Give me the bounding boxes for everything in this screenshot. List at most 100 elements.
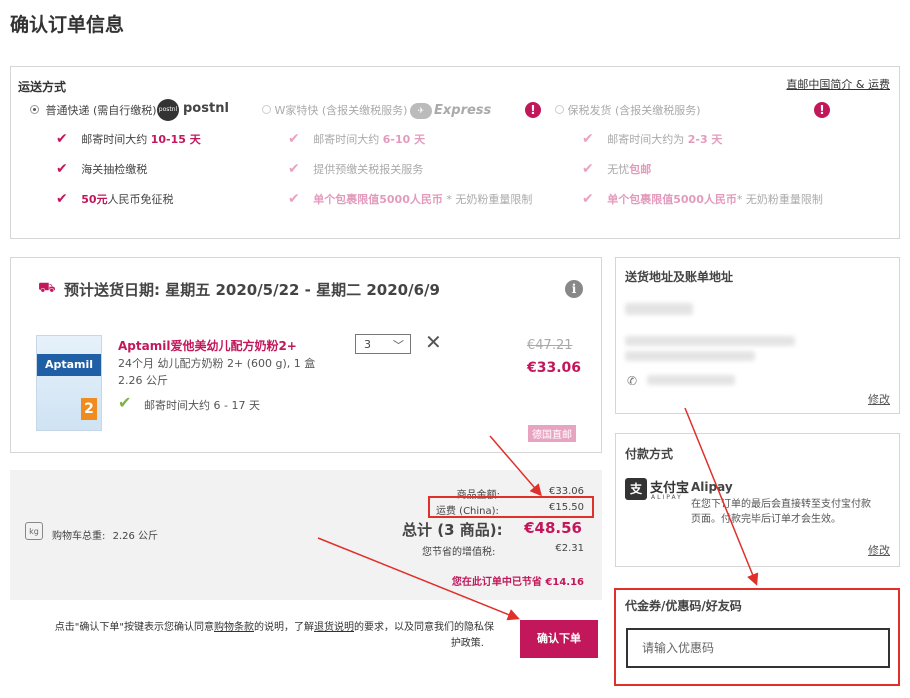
edit-address-link[interactable]: 修改	[868, 391, 890, 407]
page-title: 确认订单信息	[10, 14, 125, 36]
check-icon: ✔	[582, 161, 594, 177]
truck-icon: ⛟	[38, 280, 56, 296]
product-weight: 2.26 公斤	[118, 374, 168, 387]
terms-text: 的说明，了解	[254, 622, 314, 633]
alipay-logo-sub: ALIPAY	[651, 494, 683, 501]
direct-ship-badge: 德国直邮	[528, 425, 576, 442]
terms-text: 的要求，以及同意我们的隐私保	[354, 622, 494, 633]
total-label: 总计 (3 商品):	[402, 521, 503, 539]
terms-text: 点击"确认下单"按键表示您确认同意	[54, 622, 214, 633]
feature-text: 人民币免征税	[107, 193, 174, 206]
check-icon: ✔	[288, 191, 300, 207]
shipping-cost-value: €15.50	[549, 502, 584, 513]
shipping-option-label: 普通快递 (需自行缴税)	[45, 104, 157, 117]
check-icon: ✔	[56, 131, 68, 147]
confirm-order-button[interactable]: 确认下单	[520, 620, 598, 658]
check-icon: ✔	[56, 191, 68, 207]
feature-row: ✔ 邮寄时间大约为 2-3 天	[582, 131, 722, 147]
payment-description: 在您下订单的最后会直接转至支付宝付款 页面。付款完毕后订单才会生效。	[691, 497, 871, 527]
product-thumbnail[interactable]: Aptamil 2	[36, 335, 102, 431]
product-delivery-time: 邮寄时间大约 6 - 17 天	[144, 399, 260, 412]
payment-description-line: 页面。付款完毕后订单才会生效。	[691, 514, 841, 525]
address-line-blurred	[625, 336, 795, 346]
quantity-select[interactable]: 3 ﹀	[355, 334, 411, 354]
chevron-down-icon: ﹀	[393, 339, 404, 352]
feature-highlight: 2-3 天	[687, 133, 723, 146]
cart-weight-label: 购物车总重:	[52, 531, 106, 542]
cart-weight-value: 2.26 公斤	[112, 531, 159, 542]
feature-text: 海关抽检缴税	[81, 163, 148, 176]
product-thumbnail-brand: Aptamil	[37, 354, 101, 376]
shipping-method-panel	[10, 66, 900, 239]
feature-text: * 无奶粉重量限制	[736, 193, 823, 206]
feature-row: ✔ 无忧包邮	[582, 161, 651, 177]
shipping-option-bonded[interactable]: 保税发货 (含报关缴税服务)	[555, 102, 701, 118]
check-icon: ✔	[288, 131, 300, 147]
feature-row: ✔ 海关抽检缴税	[56, 161, 147, 177]
feature-highlight: 6-10 天	[382, 133, 426, 146]
check-icon: ✔	[118, 393, 132, 412]
total-value: €48.56	[524, 519, 582, 537]
remove-item-icon[interactable]: ✕	[425, 330, 442, 354]
feature-highlight: 单个包裹限值5000人民币	[607, 193, 737, 206]
check-icon: ✔	[56, 161, 68, 177]
payment-panel-title: 付款方式	[625, 447, 674, 461]
feature-highlight: 50元	[81, 193, 108, 206]
feature-text: 邮寄时间大约为	[607, 133, 688, 146]
estimated-delivery: 预计送货日期: 星期五 2020/5/22 - 星期二 2020/6/9	[64, 281, 440, 299]
warning-icon[interactable]: !	[814, 102, 830, 118]
postnl-brand: postnl	[183, 101, 229, 116]
feature-row: ✔ 单个包裹限值5000人民币 * 无奶粉重量限制	[288, 191, 532, 207]
feature-row: ✔ 50元人民币免征税	[56, 191, 174, 207]
feature-highlight: 包邮	[629, 163, 652, 176]
product-name[interactable]: Aptamil爱他美幼儿配方奶粉2+	[118, 337, 297, 354]
feature-highlight: 单个包裹限值5000人民币	[313, 193, 443, 206]
cart-weight-row: 购物车总重: 2.26 公斤	[52, 527, 158, 542]
phone-number-blurred	[647, 375, 735, 385]
terms-text: 护政策.	[450, 638, 484, 649]
shipping-option-postnl[interactable]: 普通快递 (需自行缴税)	[30, 102, 157, 118]
feature-text: 提供预缴关税报关服务	[313, 163, 424, 176]
terms-link[interactable]: 购物条款	[214, 622, 254, 633]
shipping-option-express[interactable]: W家特快 (含报关缴税服务)	[262, 102, 407, 118]
phone-icon: ✆	[627, 374, 638, 388]
feature-text: 无忧	[607, 163, 630, 176]
weight-icon: kg	[25, 522, 43, 540]
check-icon: ✔	[582, 131, 594, 147]
vat-savings-value: €2.31	[555, 543, 584, 554]
address-name-blurred	[625, 303, 693, 315]
warning-icon[interactable]: !	[525, 102, 541, 118]
edit-payment-link[interactable]: 修改	[868, 542, 890, 558]
feature-row: ✔ 邮寄时间大约 10-15 天	[56, 131, 201, 147]
product-description: 24个月 幼儿配方奶粉 2+ (600 g), 1 盒	[118, 357, 316, 370]
coupon-panel-title: 代金券/优惠码/好友码	[625, 599, 742, 613]
returns-link[interactable]: 退货说明	[314, 622, 354, 633]
quantity-value: 3	[364, 338, 371, 351]
address-panel-title: 送货地址及账单地址	[625, 270, 734, 284]
radio-selected-icon[interactable]	[30, 105, 39, 114]
postnl-logo-icon: postnl	[157, 99, 179, 121]
shipping-cost-label: 运费 (China):	[436, 506, 499, 517]
info-icon[interactable]: i	[565, 280, 583, 298]
payment-description-line: 在您下订单的最后会直接转至支付宝付款	[691, 499, 871, 510]
feature-row: ✔ 邮寄时间大约 6-10 天	[288, 131, 425, 147]
order-savings: 您在此订单中已节省 €14.16	[451, 577, 584, 588]
feature-row: ✔ 单个包裹限值5000人民币* 无奶粉重量限制	[582, 191, 823, 207]
terms-notice: 点击"确认下单"按键表示您确认同意购物条款的说明，了解退货说明的要求，以及同意我…	[16, 620, 494, 652]
feature-text: 邮寄时间大约	[81, 133, 151, 146]
check-icon: ✔	[582, 191, 594, 207]
feature-text: 邮寄时间大约	[313, 133, 383, 146]
feature-highlight: 10-15 天	[150, 133, 201, 146]
coupon-input[interactable]	[626, 628, 890, 668]
express-brand: Express	[434, 103, 492, 118]
radio-unselected-icon[interactable]	[262, 105, 271, 114]
product-thumbnail-stage: 2	[81, 398, 97, 420]
shipping-method-title: 运送方式	[18, 80, 67, 94]
sale-price: €33.06	[527, 360, 582, 376]
alipay-logo-icon: 支	[625, 478, 647, 500]
feature-text: * 无奶粉重量限制	[442, 193, 533, 206]
address-line-blurred	[625, 351, 755, 361]
radio-unselected-icon[interactable]	[555, 105, 564, 114]
feature-row: ✔ 提供预缴关税报关服务	[288, 161, 423, 177]
shipping-info-link[interactable]: 直邮中国简介 & 运费	[786, 76, 890, 92]
